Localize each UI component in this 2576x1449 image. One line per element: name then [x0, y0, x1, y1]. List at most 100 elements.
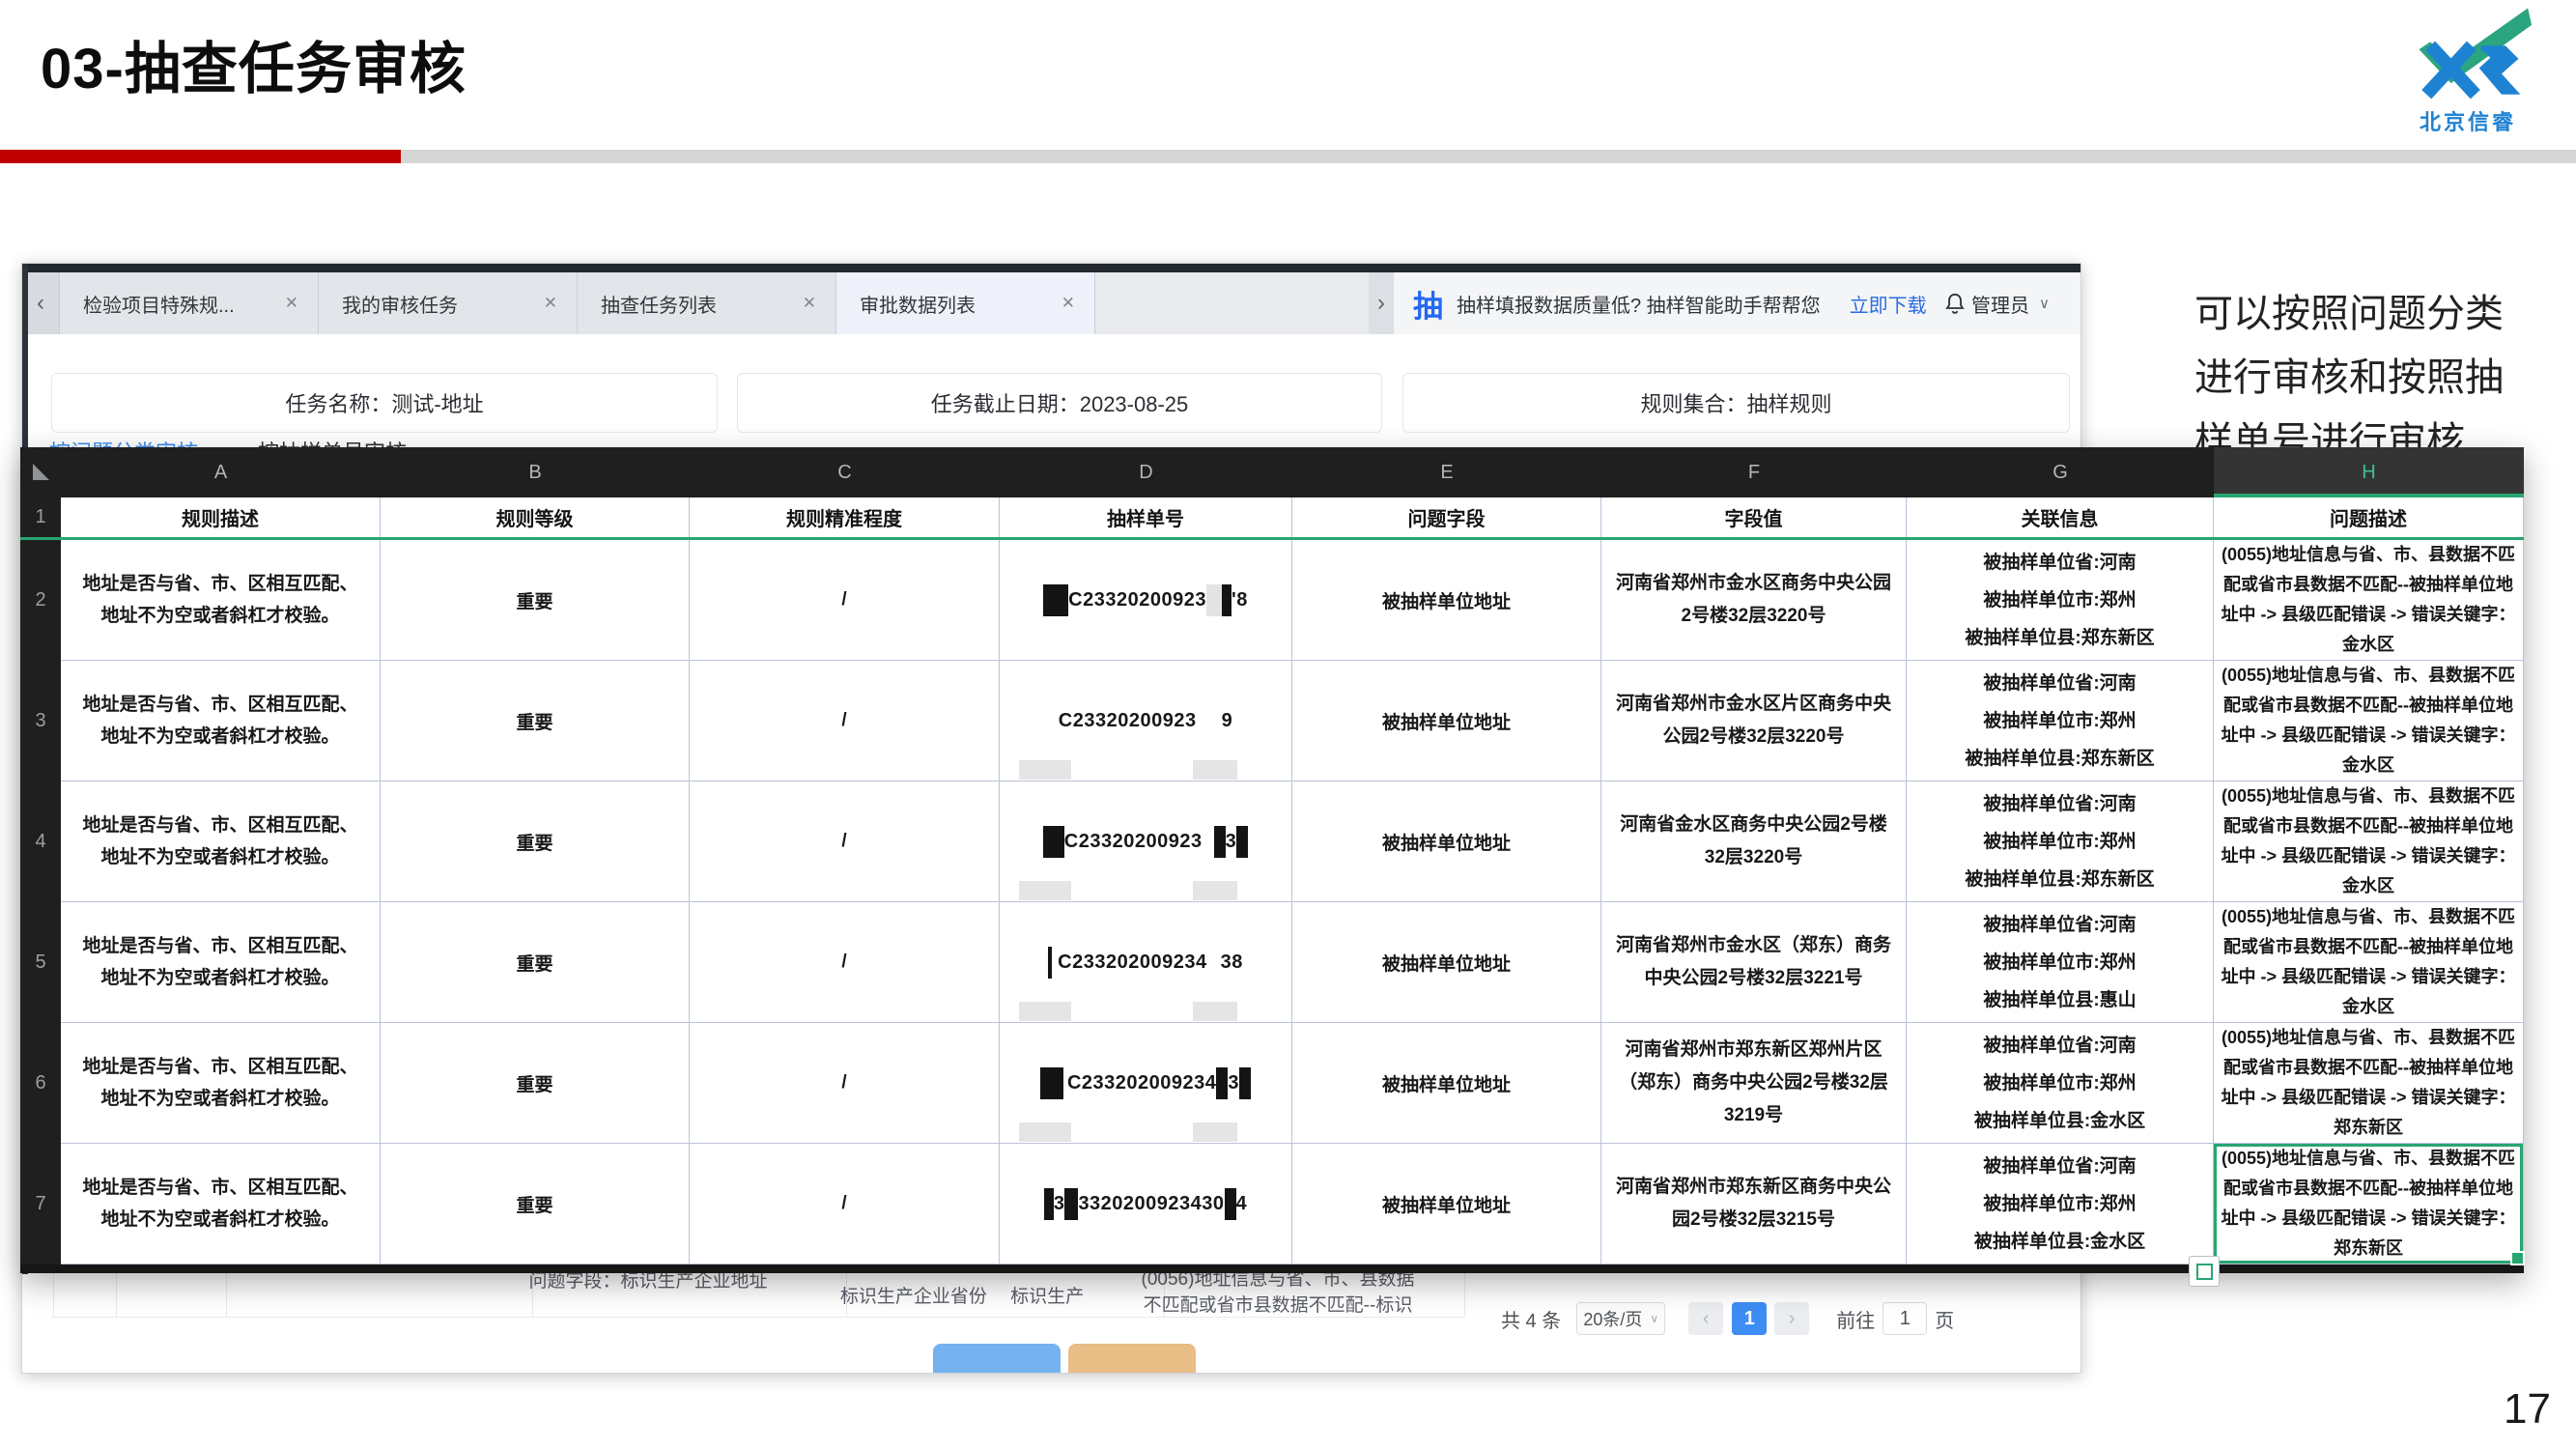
- page-size-select[interactable]: 20条/页 ∨: [1576, 1302, 1665, 1335]
- cell-rule-level[interactable]: 重要: [381, 1144, 690, 1264]
- column-letter-c[interactable]: C: [690, 447, 1000, 497]
- cell-rule-level[interactable]: 重要: [381, 1023, 690, 1144]
- row-number[interactable]: 5: [20, 902, 61, 1023]
- column-letter-d[interactable]: D: [1000, 447, 1292, 497]
- cell-rule-desc[interactable]: 地址是否与省、市、区相互匹配、地址不为空或者斜杠才校验。: [61, 661, 381, 781]
- column-letter-a[interactable]: A: [61, 447, 381, 497]
- cell-rule-precision[interactable]: /: [690, 1023, 1000, 1144]
- cell-sample-no[interactable]: 333202009234304: [1000, 1144, 1292, 1264]
- header-cell[interactable]: 问题描述: [2214, 497, 2524, 537]
- header-cell[interactable]: 抽样单号: [1000, 497, 1292, 537]
- prev-page-button[interactable]: ‹: [1688, 1302, 1723, 1335]
- cell-problem-desc[interactable]: (0055)地址信息与省、市、县数据不匹配或省市县数据不匹配--被抽样单位地址中…: [2214, 540, 2524, 661]
- cell-related-info[interactable]: 被抽样单位省:河南被抽样单位市:郑州被抽样单位县:金水区: [1907, 1023, 2214, 1144]
- cell-sample-no[interactable]: C23320200923'8: [1000, 540, 1292, 661]
- cell-field-value[interactable]: 河南省郑州市金水区片区商务中央公园2号楼32层3220号: [1601, 661, 1907, 781]
- cell-sample-no[interactable]: C23320200923438: [1000, 902, 1292, 1023]
- next-page-button[interactable]: ›: [1774, 1302, 1809, 1335]
- column-letter-f[interactable]: F: [1601, 447, 1907, 497]
- cell-problem-desc[interactable]: (0055)地址信息与省、市、县数据不匹配或省市县数据不匹配--被抽样单位地址中…: [2214, 1144, 2524, 1264]
- cell-field-value[interactable]: 河南省郑州市金水区商务中央公园2号楼32层3220号: [1601, 540, 1907, 661]
- cell-related-info[interactable]: 被抽样单位省:河南被抽样单位市:郑州被抽样单位县:郑东新区: [1907, 661, 2214, 781]
- cell-rule-precision[interactable]: /: [690, 781, 1000, 902]
- cell-field-value[interactable]: 河南省郑州市金水区（郑东）商务中央公园2号楼32层3221号: [1601, 902, 1907, 1023]
- notification-bell-icon[interactable]: [1942, 290, 1967, 317]
- tab-my-review-tasks[interactable]: 我的审核任务 ✕: [319, 272, 578, 334]
- selection-fill-handle[interactable]: [2510, 1251, 2525, 1265]
- cell-rule-level[interactable]: 重要: [381, 902, 690, 1023]
- column-letter-b[interactable]: B: [381, 447, 690, 497]
- tabs-scroll-right-icon[interactable]: ›: [1369, 272, 1394, 334]
- cell-rule-precision[interactable]: /: [690, 902, 1000, 1023]
- row-number[interactable]: 7: [20, 1144, 61, 1264]
- cell-rule-desc[interactable]: 地址是否与省、市、区相互匹配、地址不为空或者斜杠才校验。: [61, 1023, 381, 1144]
- row-number[interactable]: 2: [20, 540, 61, 661]
- cell-problem-field[interactable]: 被抽样单位地址: [1292, 1144, 1601, 1264]
- row-number[interactable]: 3: [20, 661, 61, 781]
- cell-related-info[interactable]: 被抽样单位省:河南被抽样单位市:郑州被抽样单位县:郑东新区: [1907, 540, 2214, 661]
- close-icon[interactable]: ✕: [544, 294, 557, 313]
- header-cell[interactable]: 规则精准程度: [690, 497, 1000, 537]
- cell-rule-desc[interactable]: 地址是否与省、市、区相互匹配、地址不为空或者斜杠才校验。: [61, 781, 381, 902]
- sheet-header-row: 1 规则描述规则等级规则精准程度抽样单号问题字段字段值关联信息问题描述: [20, 497, 2524, 540]
- cell-rule-precision[interactable]: /: [690, 1144, 1000, 1264]
- cell-rule-desc[interactable]: 地址是否与省、市、区相互匹配、地址不为空或者斜杠才校验。: [61, 1144, 381, 1264]
- cell-sample-no[interactable]: C233202009233: [1000, 781, 1292, 902]
- cell-problem-field[interactable]: 被抽样单位地址: [1292, 1023, 1601, 1144]
- download-now-link[interactable]: 立即下载: [1850, 290, 1927, 318]
- cell-field-value[interactable]: 河南省金水区商务中央公园2号楼32层3220号: [1601, 781, 1907, 902]
- pagination-total: 共 4 条: [1501, 1305, 1561, 1333]
- tab-inspection-items[interactable]: 检验项目特殊规... ✕: [60, 272, 319, 334]
- approve-button-partial[interactable]: [933, 1344, 1061, 1374]
- cell-related-info[interactable]: 被抽样单位省:河南被抽样单位市:郑州被抽样单位县:金水区: [1907, 1144, 2214, 1264]
- tab-spot-check-task-list[interactable]: 抽查任务列表 ✕: [578, 272, 836, 334]
- close-icon[interactable]: ✕: [803, 294, 816, 313]
- row-number[interactable]: 1: [20, 497, 61, 537]
- cell-problem-field[interactable]: 被抽样单位地址: [1292, 540, 1601, 661]
- cell-rule-desc[interactable]: 地址是否与省、市、区相互匹配、地址不为空或者斜杠才校验。: [61, 902, 381, 1023]
- cell-sample-no[interactable]: C2332020092343: [1000, 1023, 1292, 1144]
- sample-no-text: 3: [1226, 831, 1237, 853]
- cell-sample-no[interactable]: C233202009239: [1000, 661, 1292, 781]
- close-icon[interactable]: ✕: [285, 294, 298, 313]
- header-cell[interactable]: 字段值: [1601, 497, 1907, 537]
- cell-rule-desc[interactable]: 地址是否与省、市、区相互匹配、地址不为空或者斜杠才校验。: [61, 540, 381, 661]
- close-icon[interactable]: ✕: [1062, 294, 1075, 313]
- header-cell[interactable]: 规则描述: [61, 497, 381, 537]
- related-info-line: 被抽样单位县:郑东新区: [1965, 619, 2154, 657]
- tab-approval-data-list[interactable]: 审批数据列表 ✕: [836, 272, 1095, 334]
- row-number[interactable]: 6: [20, 1023, 61, 1144]
- cell-problem-field[interactable]: 被抽样单位地址: [1292, 902, 1601, 1023]
- row-number[interactable]: 4: [20, 781, 61, 902]
- current-page-button[interactable]: 1: [1732, 1302, 1767, 1335]
- cell-problem-desc[interactable]: (0055)地址信息与省、市、县数据不匹配或省市县数据不匹配--被抽样单位地址中…: [2214, 902, 2524, 1023]
- cell-field-value[interactable]: 河南省郑州市郑东新区商务中央公园2号楼32层3215号: [1601, 1144, 1907, 1264]
- goto-page-input[interactable]: 1: [1882, 1302, 1927, 1335]
- related-info-line: 被抽样单位省:河南: [1983, 665, 2136, 702]
- cell-problem-field[interactable]: 被抽样单位地址: [1292, 781, 1601, 902]
- cell-field-value[interactable]: 河南省郑州市郑东新区郑州片区（郑东）商务中央公园2号楼32层3219号: [1601, 1023, 1907, 1144]
- header-cell[interactable]: 规则等级: [381, 497, 690, 537]
- select-all-corner-icon[interactable]: [20, 447, 61, 497]
- goto-label: 前往: [1836, 1305, 1875, 1333]
- user-menu[interactable]: 管理员 ∨: [1971, 290, 2050, 318]
- cell-rule-precision[interactable]: /: [690, 540, 1000, 661]
- cell-related-info[interactable]: 被抽样单位省:河南被抽样单位市:郑州被抽样单位县:惠山: [1907, 902, 2214, 1023]
- cell-rule-level[interactable]: 重要: [381, 661, 690, 781]
- cell-problem-desc[interactable]: (0055)地址信息与省、市、县数据不匹配或省市县数据不匹配--被抽样单位地址中…: [2214, 781, 2524, 902]
- cell-problem-desc[interactable]: (0055)地址信息与省、市、县数据不匹配或省市县数据不匹配--被抽样单位地址中…: [2214, 661, 2524, 781]
- reject-button-partial[interactable]: [1068, 1344, 1196, 1374]
- fill-options-icon[interactable]: [2189, 1256, 2220, 1287]
- sample-no-text: 3320200923430: [1078, 1193, 1224, 1215]
- header-cell[interactable]: 问题字段: [1292, 497, 1601, 537]
- cell-problem-field[interactable]: 被抽样单位地址: [1292, 661, 1601, 781]
- cell-rule-level[interactable]: 重要: [381, 540, 690, 661]
- cell-rule-level[interactable]: 重要: [381, 781, 690, 902]
- column-letter-e[interactable]: E: [1292, 447, 1601, 497]
- column-letter-g[interactable]: G: [1907, 447, 2214, 497]
- header-cell[interactable]: 关联信息: [1907, 497, 2214, 537]
- cell-problem-desc[interactable]: (0055)地址信息与省、市、县数据不匹配或省市县数据不匹配--被抽样单位地址中…: [2214, 1023, 2524, 1144]
- cell-related-info[interactable]: 被抽样单位省:河南被抽样单位市:郑州被抽样单位县:郑东新区: [1907, 781, 2214, 902]
- cell-rule-precision[interactable]: /: [690, 661, 1000, 781]
- column-letter-h[interactable]: H: [2214, 447, 2524, 497]
